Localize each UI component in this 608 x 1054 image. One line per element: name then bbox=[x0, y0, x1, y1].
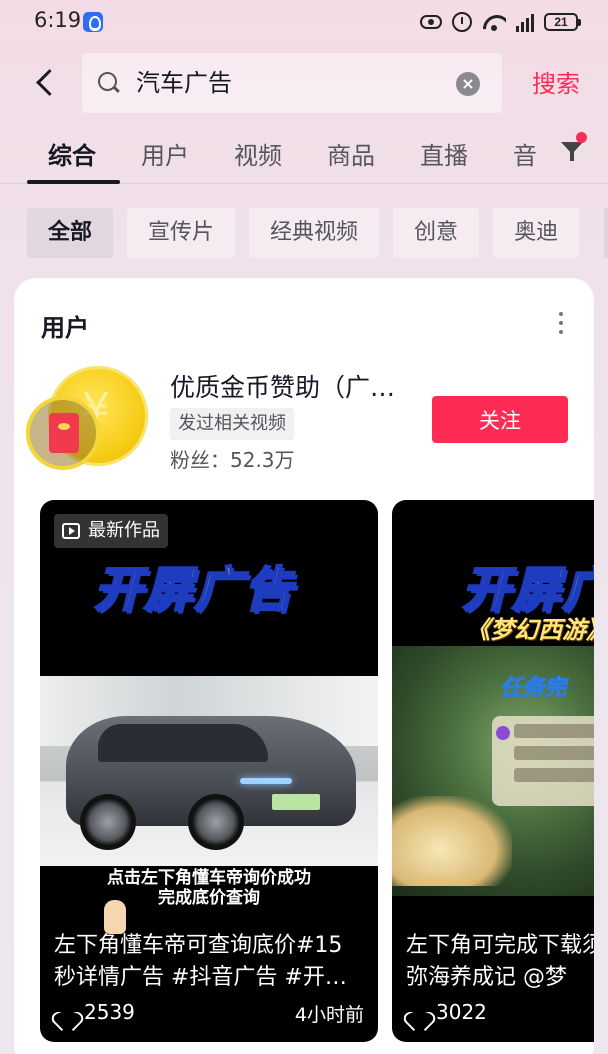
user-result-card: 用户 优质金币赞助（广… 发过相关视频 粉丝：52.3万 关注 最新作品 开屏广… bbox=[14, 278, 594, 1054]
video-card[interactable]: 开屏广 《梦幻西游》 任务完 左下角可完成下载须弥海养成记 @梦 3022 bbox=[392, 500, 594, 1042]
pointing-finger-icon bbox=[104, 900, 126, 934]
tab-users[interactable]: 用户 bbox=[141, 136, 189, 171]
search-input[interactable] bbox=[136, 53, 436, 113]
video-thumbnail bbox=[40, 676, 378, 866]
search-box[interactable]: × bbox=[82, 53, 502, 113]
like-count: 2539 bbox=[84, 1000, 135, 1024]
video-icon bbox=[62, 523, 80, 539]
user-tag: 发过相关视频 bbox=[170, 408, 294, 440]
user-name[interactable]: 优质金币赞助（广… bbox=[170, 368, 395, 404]
back-arrow-icon[interactable] bbox=[32, 68, 62, 98]
video-headline: 开屏广告 bbox=[93, 561, 295, 619]
chip-classic-video[interactable]: 经典视频 bbox=[249, 208, 380, 258]
video-card[interactable]: 最新作品 开屏广告 点击左下角懂车帝询价成功 完成底价查询 左下角懂车帝可查询底… bbox=[40, 500, 378, 1042]
filter-notification-dot bbox=[576, 132, 587, 143]
chip-promo[interactable]: 宣传片 bbox=[127, 208, 236, 258]
cellular-signal-icon bbox=[516, 12, 534, 32]
app-notification-icon bbox=[83, 12, 103, 32]
video-title: 左下角懂车帝可查询底价#15秒详情广告 #抖音广告 #开… bbox=[54, 933, 347, 990]
chip-audi[interactable]: 奥迪 bbox=[493, 208, 580, 258]
fan-count: 粉丝：52.3万 bbox=[170, 448, 295, 472]
filter-chips: 全部 宣传片 经典视频 创意 奥迪 bbox=[27, 208, 580, 258]
section-title: 用户 bbox=[41, 314, 89, 342]
heart-icon bbox=[56, 1002, 76, 1022]
video-subtitle: 《梦幻西游》 bbox=[466, 616, 594, 644]
alarm-icon bbox=[452, 12, 472, 32]
search-header: × 搜索 bbox=[0, 50, 608, 116]
follow-button[interactable]: 关注 bbox=[432, 396, 568, 443]
tab-live[interactable]: 直播 bbox=[420, 136, 468, 171]
video-overlay-caption: 点击左下角懂车帝询价成功 完成底价查询 bbox=[40, 868, 378, 908]
tab-music[interactable]: 音 bbox=[513, 136, 537, 171]
eye-comfort-icon bbox=[420, 15, 442, 29]
latest-work-badge: 最新作品 bbox=[54, 514, 168, 548]
more-options-icon[interactable] bbox=[558, 312, 564, 338]
video-time: 4小时前 bbox=[294, 1004, 364, 1026]
tab-videos[interactable]: 视频 bbox=[234, 136, 282, 171]
like-count: 3022 bbox=[436, 1000, 487, 1024]
status-time: 6:19 bbox=[34, 8, 82, 32]
chip-overflow-edge bbox=[604, 208, 608, 258]
wifi-icon bbox=[482, 12, 506, 32]
overlay-line-2: 完成底价查询 bbox=[158, 888, 260, 908]
search-tabs: 综合 用户 视频 商品 直播 音 bbox=[0, 124, 608, 184]
red-packet-icon[interactable] bbox=[26, 396, 100, 470]
search-icon bbox=[98, 72, 120, 94]
heart-icon bbox=[408, 1002, 428, 1022]
status-bar: 6:19 21 bbox=[0, 0, 608, 46]
battery-icon: 21 bbox=[544, 13, 581, 31]
status-icons: 21 bbox=[420, 10, 581, 34]
overlay-line-1: 点击左下角懂车帝询价成功 bbox=[107, 868, 311, 888]
tab-products[interactable]: 商品 bbox=[327, 136, 375, 171]
search-button[interactable]: 搜索 bbox=[532, 64, 580, 99]
clear-icon[interactable]: × bbox=[456, 72, 480, 96]
mission-text: 任务完 bbox=[499, 676, 567, 702]
active-tab-indicator bbox=[27, 180, 120, 184]
chip-creative[interactable]: 创意 bbox=[393, 208, 480, 258]
latest-work-label: 最新作品 bbox=[88, 520, 160, 541]
filter-icon[interactable] bbox=[561, 140, 583, 162]
video-title: 左下角可完成下载须弥海养成记 @梦 bbox=[406, 933, 594, 990]
tab-all[interactable]: 综合 bbox=[48, 136, 96, 171]
video-thumbnail: 任务完 bbox=[392, 646, 594, 896]
chip-all[interactable]: 全部 bbox=[27, 208, 114, 258]
